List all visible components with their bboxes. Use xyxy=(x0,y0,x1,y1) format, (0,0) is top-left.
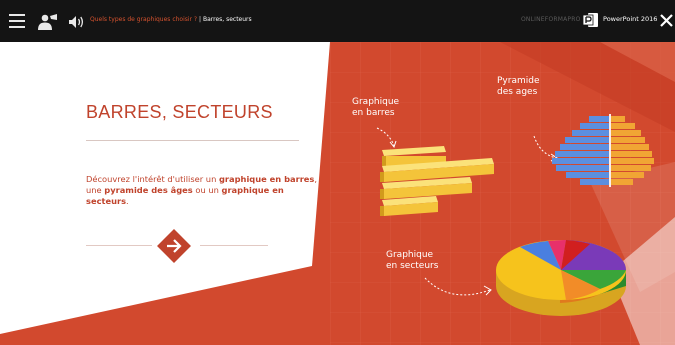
close-icon[interactable] xyxy=(660,14,673,27)
label-pie-chart: Graphique en secteurs xyxy=(386,250,438,272)
slide-stage: BARRES, SECTEURS Découvrez l'intérêt d'u… xyxy=(0,42,675,345)
label-pyramid: Pyramide des ages xyxy=(497,76,540,98)
bar-chart-illustration xyxy=(376,127,494,216)
illustrations xyxy=(376,114,654,316)
label-pyramid-line1: Pyramide xyxy=(497,76,540,86)
audio-icon[interactable] xyxy=(68,14,86,30)
product-label: PowerPoint 2016 xyxy=(603,15,658,23)
menu-icon[interactable] xyxy=(9,14,25,30)
label-pie-chart-line2: en secteurs xyxy=(386,261,439,271)
label-pyramid-line2: des ages xyxy=(497,87,538,97)
powerpoint-icon xyxy=(583,13,598,27)
breadcrumb-current: Barres, secteurs xyxy=(202,16,252,23)
label-bar-chart: Graphique en barres xyxy=(352,97,399,119)
breadcrumb-previous-link[interactable]: Quels types de graphiques choisir ? xyxy=(90,16,197,23)
label-bar-chart-line1: Graphique xyxy=(352,97,400,107)
label-bar-chart-line2: en barres xyxy=(352,108,395,118)
user-icon[interactable] xyxy=(37,13,59,31)
label-pie-chart-line1: Graphique xyxy=(386,250,434,260)
population-pyramid-illustration xyxy=(533,114,654,187)
brand-label: ONLINEFORMAPRO xyxy=(521,16,581,23)
bar-3d xyxy=(380,196,438,216)
top-bar: Quels types de graphiques choisir ? | Ba… xyxy=(0,0,675,42)
pie-chart-illustration xyxy=(424,239,627,316)
breadcrumb: Quels types de graphiques choisir ? | Ba… xyxy=(90,16,252,23)
